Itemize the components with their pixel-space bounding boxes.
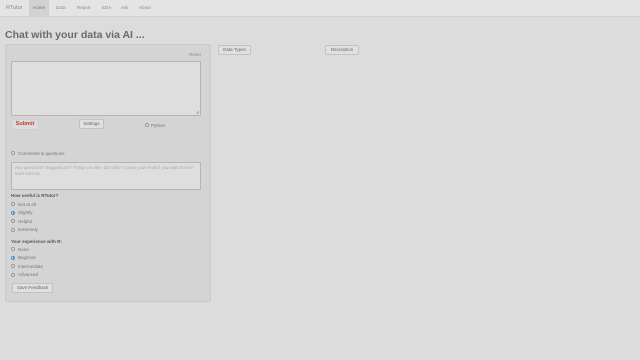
exp-option-label: Intermediate <box>18 263 44 269</box>
nav-tab-about[interactable]: About <box>135 0 155 16</box>
useful-radio-helpful[interactable] <box>11 219 15 223</box>
reset-link[interactable]: Reset <box>189 52 201 57</box>
experience-question: Your experience with R: <box>11 238 62 244</box>
useful-option-label: Slightly <box>18 210 33 215</box>
save-feedback-button[interactable]: Save Feedback <box>12 283 53 293</box>
submit-button[interactable]: Submit <box>11 119 39 130</box>
useful-option-label: Extremely <box>18 227 39 232</box>
data-types-button[interactable]: Data Types <box>218 45 251 55</box>
nav-tab-data[interactable]: Data <box>52 0 70 16</box>
page-title: Chat with your data via AI ... <box>5 29 145 41</box>
nav-tab-home[interactable]: Home <box>29 0 50 16</box>
nav-tab-eda[interactable]: EDA <box>98 0 115 16</box>
navbar: RTutor Home Data Report EDA Ask About <box>0 0 640 17</box>
brand-logo[interactable]: RTutor <box>6 5 23 11</box>
nav-tab-report[interactable]: Report <box>73 0 95 16</box>
comments-label: Comments & questions <box>18 150 65 156</box>
exp-option-label: Beginner <box>18 255 37 260</box>
python-label: Python <box>151 122 166 128</box>
prompt-textarea[interactable]: ◢ <box>11 61 201 116</box>
useful-radio-extremely[interactable] <box>11 227 15 232</box>
exp-radio-advanced[interactable] <box>11 272 15 277</box>
nav-tab-ask[interactable]: Ask <box>117 0 133 16</box>
exp-radio-none[interactable] <box>11 247 15 251</box>
resize-grip-icon[interactable]: ◢ <box>196 110 199 114</box>
exp-radio-intermediate[interactable] <box>11 264 15 268</box>
useful-option-label: Not at all <box>18 201 36 207</box>
python-checkbox[interactable] <box>145 123 149 127</box>
description-button[interactable]: Description <box>325 45 359 55</box>
settings-button[interactable]: Settings <box>79 119 104 129</box>
exp-option-label: None <box>18 246 29 252</box>
useful-radio-not-at-all[interactable] <box>11 202 15 206</box>
comments-textarea[interactable]: Any questions? Suggestions? Things you l… <box>11 162 201 190</box>
comments-checkbox[interactable] <box>11 151 15 155</box>
useful-radio-slightly[interactable] <box>11 210 15 215</box>
useful-option-label: Helpful <box>18 218 33 224</box>
exp-radio-beginner[interactable] <box>11 255 15 260</box>
usefulness-question: How useful is RTutor? <box>11 193 59 198</box>
exp-option-label: Advanced <box>18 272 39 277</box>
